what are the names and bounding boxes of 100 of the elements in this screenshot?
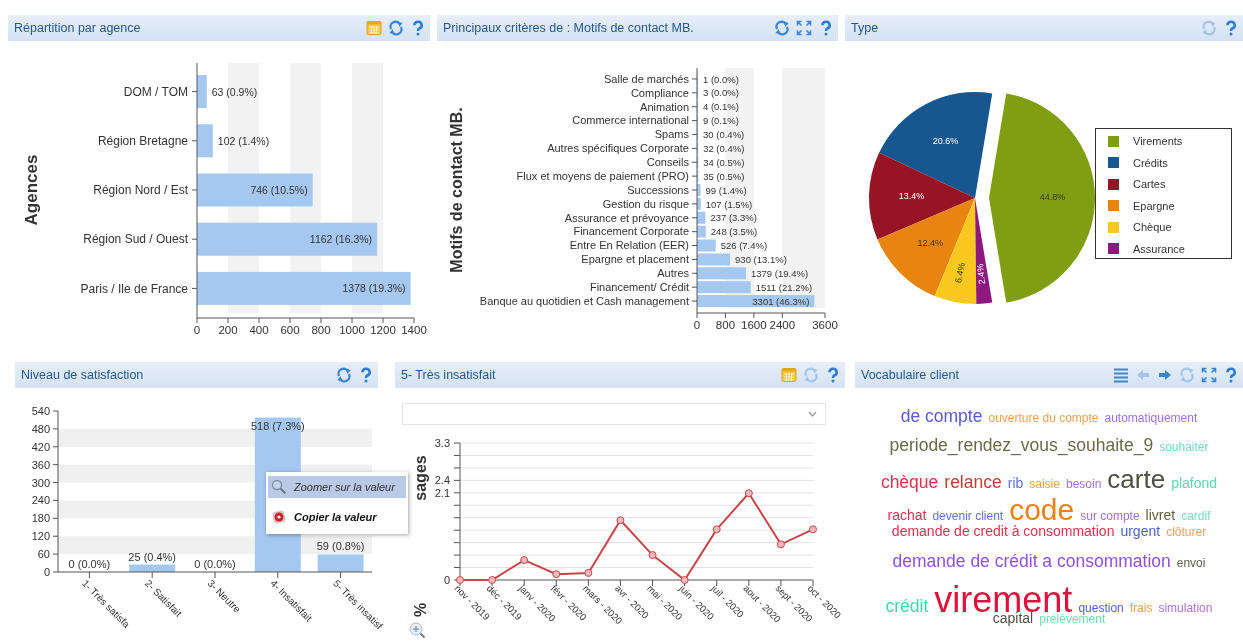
tick-label: 2.1 <box>434 486 450 499</box>
cloud-word: besoin <box>1065 478 1102 490</box>
tick-label: 1600 <box>741 319 767 331</box>
category-label: Successions <box>627 183 689 196</box>
tick-label: 200 <box>218 324 238 336</box>
cloud-word: automatiquement <box>1104 412 1198 424</box>
category-label: Région Sud / Ouest <box>83 232 188 247</box>
tick-label: 420 <box>31 440 50 453</box>
cloud-word: code <box>1009 495 1075 525</box>
value-label: 32 (0.4%) <box>703 143 745 154</box>
cloud-word: chèque <box>880 474 939 492</box>
legend-label: Cartes <box>1133 178 1166 190</box>
category-label: Financement/ Crédit <box>589 281 689 294</box>
value-label: 248 (3.5%) <box>710 226 758 238</box>
category-label: Conseils <box>646 156 689 169</box>
panel-title: Répartition par agence <box>14 21 141 35</box>
category-label: Compliance <box>630 86 689 99</box>
value-label: 746 (10.5%) <box>250 183 308 196</box>
tick-label: 480 <box>31 422 50 435</box>
value-label: 0 (0.0%) <box>68 558 111 570</box>
cloud-word: cardif <box>1181 510 1211 522</box>
tick-label: 120 <box>31 530 50 543</box>
tick-label: 3600 <box>812 319 838 331</box>
value-label: 518 (7.3%) <box>250 419 305 432</box>
axis-title: Motifs de contact MB. <box>448 107 465 273</box>
legend-label: Epargne <box>1133 199 1175 212</box>
tick-label: 0 <box>693 319 701 331</box>
category-label: Gestion du risque <box>602 197 689 210</box>
category-label: Autres <box>657 267 689 280</box>
axis-title: % <box>412 602 429 618</box>
category-label: Spams <box>654 128 689 141</box>
cloud-word: urgent <box>1120 524 1161 538</box>
cloud-word: de compte <box>900 408 983 426</box>
value-label: 1379 (19.4%) <box>751 267 809 279</box>
value-label: 1162 (16.3%) <box>309 233 373 246</box>
axis-title: sages <box>412 455 429 501</box>
category-label: Commerce international <box>572 114 689 127</box>
tick-label: 540 <box>31 405 50 417</box>
category-label: Région Bretagne <box>97 134 188 148</box>
value-label: 30 (0.4%) <box>703 129 745 141</box>
cloud-word: clôturer <box>1166 526 1207 538</box>
tick-label: 2400 <box>769 319 796 331</box>
cloud-word: simulation <box>1158 602 1213 614</box>
tick-label: 0 <box>193 324 201 336</box>
category-label: DOM / TOM <box>123 84 188 99</box>
value-label: 59 (0.8%) <box>316 540 365 553</box>
cloud-word: question <box>1078 602 1124 614</box>
tick-label: 800 <box>311 324 331 336</box>
cloud-word: relance <box>944 474 1002 492</box>
tick-label: 300 <box>31 476 50 489</box>
category-label: Financement Corporate <box>573 225 689 238</box>
value-label: 102 (1.4%) <box>217 134 270 147</box>
category-label: Flux et moyens de paiement (PRO) <box>516 169 689 182</box>
tick-label: 360 <box>31 458 50 471</box>
cloud-word: demande de crédit a consommation <box>892 553 1171 571</box>
value-label: 25 (0.4%) <box>128 550 177 563</box>
value-label: 1 (0.0%) <box>703 73 739 85</box>
value-label: 0 (0.0%) <box>194 558 236 570</box>
tick-label: 180 <box>31 512 50 525</box>
value-label: 13.4% <box>898 191 925 202</box>
value-label: 9 (0.1%) <box>703 115 739 127</box>
cloud-word: crédit <box>885 598 929 616</box>
tick-label: 1000 <box>339 324 365 336</box>
panel-title: Principaux critères de : Motifs de contact MB. <box>443 21 694 35</box>
legend-label: Virements <box>1133 135 1183 147</box>
value-label: 44.8% <box>1039 192 1066 203</box>
value-label: 3301 (46.3%) <box>752 295 810 307</box>
category-label: Salle de marchés <box>604 72 689 85</box>
cloud-word: rib <box>1007 476 1024 490</box>
category-label: Autres spécifiques Corporate <box>547 142 689 155</box>
value-label: 1511 (21.2%) <box>755 281 813 293</box>
tick-label: 1400 <box>401 324 427 336</box>
tick-label: 800 <box>715 319 736 331</box>
category-label: Assurance et prévoyance <box>564 211 689 224</box>
cloud-word: sur compte <box>1080 510 1140 522</box>
tick-label: 3.3 <box>434 437 450 449</box>
tick-label: 2.4 <box>434 474 450 487</box>
tick-label: 0 <box>43 566 50 578</box>
category-label: Banque au quotidien et Cash management <box>479 294 689 307</box>
tick-label: 240 <box>31 494 50 507</box>
tick-label: 0 <box>443 574 450 586</box>
cloud-word: plafond <box>1171 476 1218 490</box>
cloud-word: carte <box>1107 466 1166 492</box>
category-label: Animation <box>640 100 689 113</box>
value-label: 35 (0.5%) <box>703 170 745 182</box>
value-label: 34 (0.5%) <box>703 156 745 168</box>
cloud-word: prélèvement <box>1039 613 1106 625</box>
value-label: 99 (1.4%) <box>705 184 747 196</box>
tick-label: 60 <box>37 548 50 561</box>
value-label: 20.6% <box>932 136 959 147</box>
cloud-word: ouverture du compte <box>988 412 1099 424</box>
value-label: 63 (0.9%) <box>211 85 258 98</box>
category-label: Paris / Ile de France <box>80 281 188 296</box>
legend-label: Crédits <box>1133 156 1168 169</box>
cloud-word: frais <box>1129 602 1153 614</box>
cloud-word: periode_rendez_vous_souhaite_9 <box>889 437 1154 455</box>
panel-title: Niveau de satisfaction <box>21 368 144 382</box>
cloud-word: livret <box>1145 508 1176 522</box>
category-label: Epargne et placement <box>581 253 689 266</box>
category-label: Région Nord / Est <box>93 183 188 198</box>
